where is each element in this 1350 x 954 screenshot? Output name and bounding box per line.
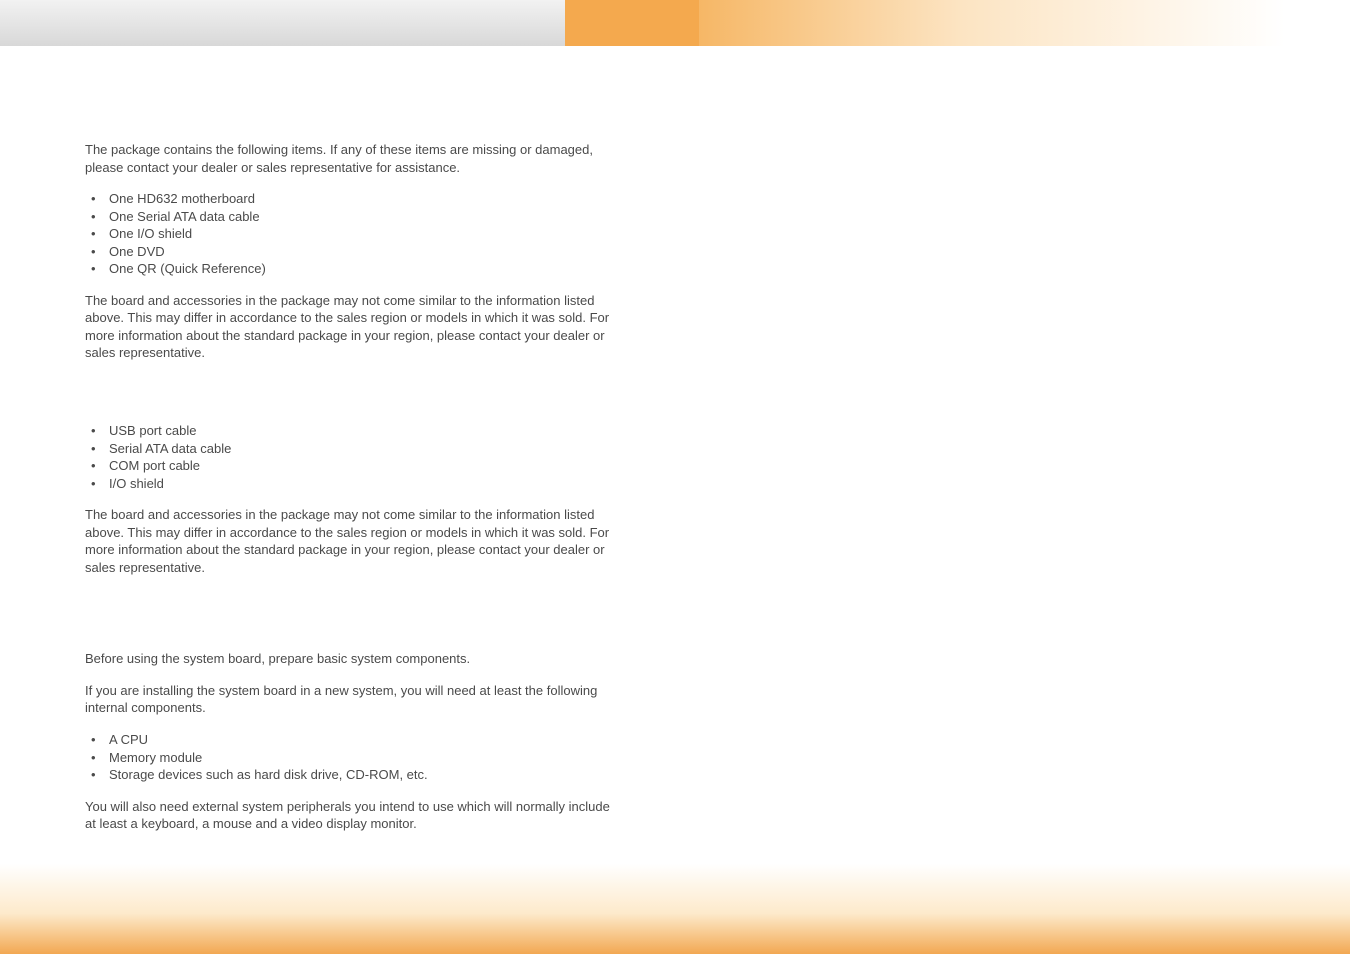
list-item: One HD632 motherboard: [91, 190, 620, 208]
section3-list: A CPU Memory module Storage devices such…: [85, 731, 620, 784]
header-bar: [0, 0, 1350, 46]
section1-list: One HD632 motherboard One Serial ATA dat…: [85, 190, 620, 278]
section2-note: The board and accessories in the package…: [85, 506, 620, 576]
section2-list: USB port cable Serial ATA data cable COM…: [85, 422, 620, 492]
list-item: Memory module: [91, 749, 620, 767]
list-item: Serial ATA data cable: [91, 440, 620, 458]
list-item: One QR (Quick Reference): [91, 260, 620, 278]
header-orange-tab: [565, 0, 699, 46]
header-orange-fade: [699, 0, 1350, 46]
extra-gap: [85, 636, 620, 650]
header-grey-section: [0, 0, 565, 46]
list-item: Storage devices such as hard disk drive,…: [91, 766, 620, 784]
list-item: One Serial ATA data cable: [91, 208, 620, 226]
list-item: One I/O shield: [91, 225, 620, 243]
list-item: A CPU: [91, 731, 620, 749]
list-item: One DVD: [91, 243, 620, 261]
section1-intro: The package contains the following items…: [85, 141, 620, 176]
section-gap: [85, 376, 620, 422]
list-item: USB port cable: [91, 422, 620, 440]
section1-note: The board and accessories in the package…: [85, 292, 620, 362]
list-item: COM port cable: [91, 457, 620, 475]
document-content: The package contains the following items…: [0, 46, 620, 833]
section-gap: [85, 590, 620, 636]
section3-intro2: If you are installing the system board i…: [85, 682, 620, 717]
footer-gradient: [0, 864, 1350, 954]
section3-outro: You will also need external system perip…: [85, 798, 620, 833]
section3-intro1: Before using the system board, prepare b…: [85, 650, 620, 668]
list-item: I/O shield: [91, 475, 620, 493]
